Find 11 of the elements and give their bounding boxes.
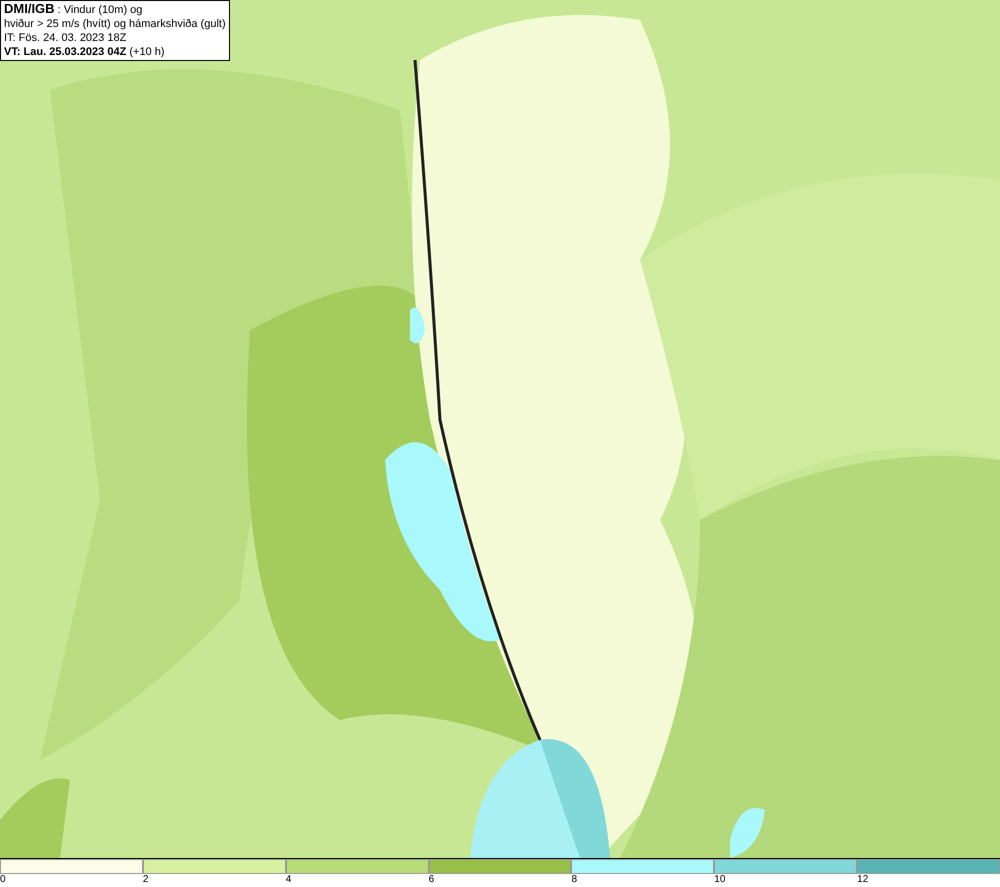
legend-label: 4 [286,874,292,886]
legend-label: 6 [428,874,434,886]
info-text-line: IT: Fös. 24. 03. 2023 18Z [4,31,128,45]
legend-label: 12 [857,874,868,886]
info-text-line: DMI/IGB : Vindur (10m) og [4,2,144,17]
legend-label: 8 [571,874,577,886]
legend-label: 0 [0,874,6,886]
legend-label: 2 [142,874,148,886]
info-text-line: VT: Lau. 25.03.2023 04Z (+10 h) [4,45,166,59]
info-text-line: hviður > 25 m/s (hvítt) og hámarkshviða (gult) [4,17,226,31]
legend-label: 10 [714,874,726,886]
